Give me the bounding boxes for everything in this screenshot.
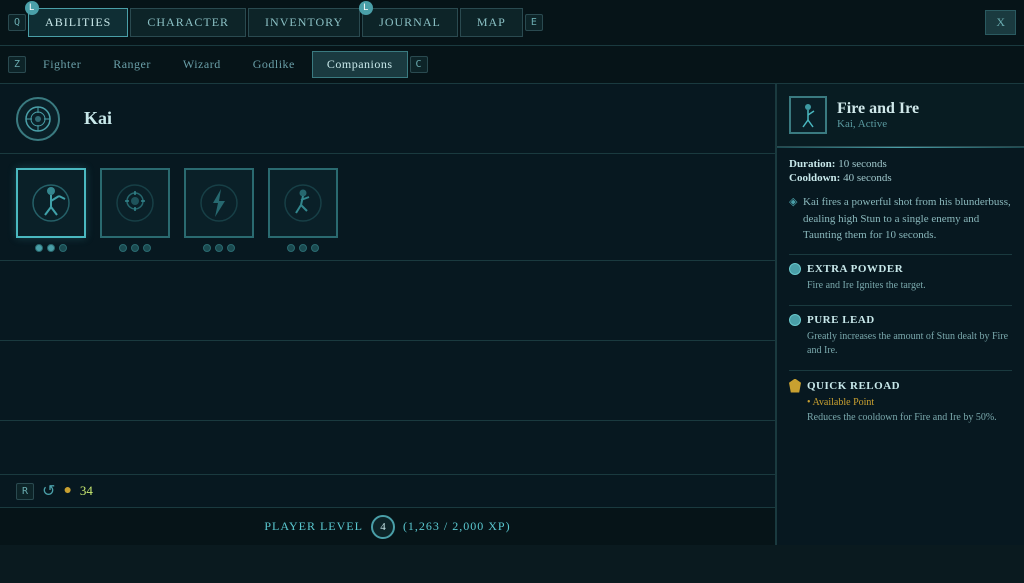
top-nav: Q ABILITIES CHARACTER INVENTORY JOURNAL … (0, 0, 1024, 46)
upgrade-section: EXTRA POWDER Fire and Ire Ignites the ta… (789, 254, 1012, 425)
sub-tab-ranger[interactable]: Ranger (98, 51, 166, 78)
c-key: C (410, 56, 428, 73)
abilities-row (0, 154, 775, 261)
close-button[interactable]: X (985, 10, 1016, 35)
upgrade-name: EXTRA POWDER (807, 263, 903, 275)
nav-left: Q ABILITIES CHARACTER INVENTORY JOURNAL … (8, 8, 543, 37)
detail-duration: Duration: 10 seconds (789, 158, 1012, 170)
ability-slot-1[interactable] (16, 168, 86, 252)
upgrade-quick-reload[interactable]: QUICK RELOAD • Available Point Reduces t… (789, 370, 1012, 425)
tab-journal[interactable]: JOURNAL (362, 8, 458, 37)
gold-icon: ● (63, 483, 71, 499)
r-key: R (16, 483, 34, 500)
dot (35, 244, 43, 252)
upgrade-header: PURE LEAD (789, 314, 1012, 326)
ability-dots-3 (203, 244, 235, 252)
sub-tab-wizard[interactable]: Wizard (168, 51, 236, 78)
dot (203, 244, 211, 252)
ability-slot-3[interactable] (184, 168, 254, 252)
available-point-label: • Available Point (789, 397, 1012, 408)
ability-dots-4 (287, 244, 319, 252)
ability-slot-2[interactable] (100, 168, 170, 252)
upgrade-header: QUICK RELOAD (789, 379, 1012, 393)
gold-amount: 34 (80, 483, 93, 499)
dot (119, 244, 127, 252)
upgrade-name: QUICK RELOAD (807, 380, 900, 392)
ability-icon-3[interactable] (184, 168, 254, 238)
e-key: E (525, 14, 543, 31)
upgrade-desc: Fire and Ire Ignites the target. (789, 279, 1012, 293)
ability-icon-4[interactable] (268, 168, 338, 238)
tab-inventory[interactable]: INVENTORY (248, 8, 360, 37)
level-badge: 4 (371, 515, 395, 539)
upgrade-desc: Reduces the cooldown for Fire and Ire by… (789, 411, 1012, 425)
dot (131, 244, 139, 252)
detail-ability-icon (789, 96, 827, 134)
ability-dots-2 (119, 244, 151, 252)
ability-slot-4[interactable] (268, 168, 338, 252)
upgrade-dot-icon (789, 263, 801, 275)
detail-title-block: Fire and Ire Kai, Active (837, 100, 919, 130)
upgrade-pure-lead[interactable]: PURE LEAD Greatly increases the amount o… (789, 305, 1012, 358)
detail-ability-title: Fire and Ire (837, 100, 919, 118)
dot (287, 244, 295, 252)
empty-row-1 (0, 261, 775, 341)
dot (311, 244, 319, 252)
dot (143, 244, 151, 252)
dot (215, 244, 223, 252)
dot (59, 244, 67, 252)
nav-right: X (985, 10, 1016, 35)
upgrade-dot-icon (789, 314, 801, 326)
left-panel: Kai (0, 84, 776, 545)
empty-row-2 (0, 341, 775, 421)
upgrade-name: PURE LEAD (807, 314, 875, 326)
z-key: Z (8, 56, 26, 73)
q-key: Q (8, 14, 26, 31)
upgrade-header: EXTRA POWDER (789, 263, 1012, 275)
xp-display: (1,263 / 2,000 XP) (403, 519, 511, 534)
ability-detail-header: Fire and Ire Kai, Active (777, 84, 1024, 147)
reset-icon: ↺ (42, 481, 55, 501)
detail-description: Kai fires a powerful shot from his blund… (789, 194, 1012, 244)
ability-icon-fire-ire[interactable] (16, 168, 86, 238)
sub-tab-godlike[interactable]: Godlike (238, 51, 310, 78)
dot (299, 244, 307, 252)
tab-abilities[interactable]: ABILITIES (28, 8, 128, 37)
detail-cooldown: Cooldown: 40 seconds (789, 172, 1012, 184)
detail-body: Duration: 10 seconds Cooldown: 40 second… (777, 148, 1024, 447)
companion-name: Kai (84, 108, 112, 129)
bottom-controls-row: R ↺ ● 34 (0, 474, 775, 507)
companion-row: Kai (0, 84, 775, 154)
dot (227, 244, 235, 252)
dot (47, 244, 55, 252)
upgrade-extra-powder[interactable]: EXTRA POWDER Fire and Ire Ignites the ta… (789, 254, 1012, 293)
player-level-label: PLAYER LEVEL (264, 519, 363, 534)
tab-character[interactable]: CHARACTER (130, 8, 246, 37)
bottom-bar: PLAYER LEVEL 4 (1,263 / 2,000 XP) (0, 507, 775, 545)
sub-nav: Z Fighter Ranger Wizard Godlike Companio… (0, 46, 1024, 84)
companion-avatar (16, 97, 60, 141)
detail-ability-subtitle: Kai, Active (837, 118, 919, 130)
ability-dots-1 (35, 244, 67, 252)
tab-map[interactable]: MAP (460, 8, 523, 37)
ability-icon-2[interactable] (100, 168, 170, 238)
right-panel: Fire and Ire Kai, Active Duration: 10 se… (776, 84, 1024, 545)
sub-tab-companions[interactable]: Companions (312, 51, 408, 78)
main-content: Kai (0, 84, 1024, 545)
lock-icon (789, 379, 801, 393)
upgrade-desc: Greatly increases the amount of Stun dea… (789, 330, 1012, 358)
sub-tab-fighter[interactable]: Fighter (28, 51, 96, 78)
